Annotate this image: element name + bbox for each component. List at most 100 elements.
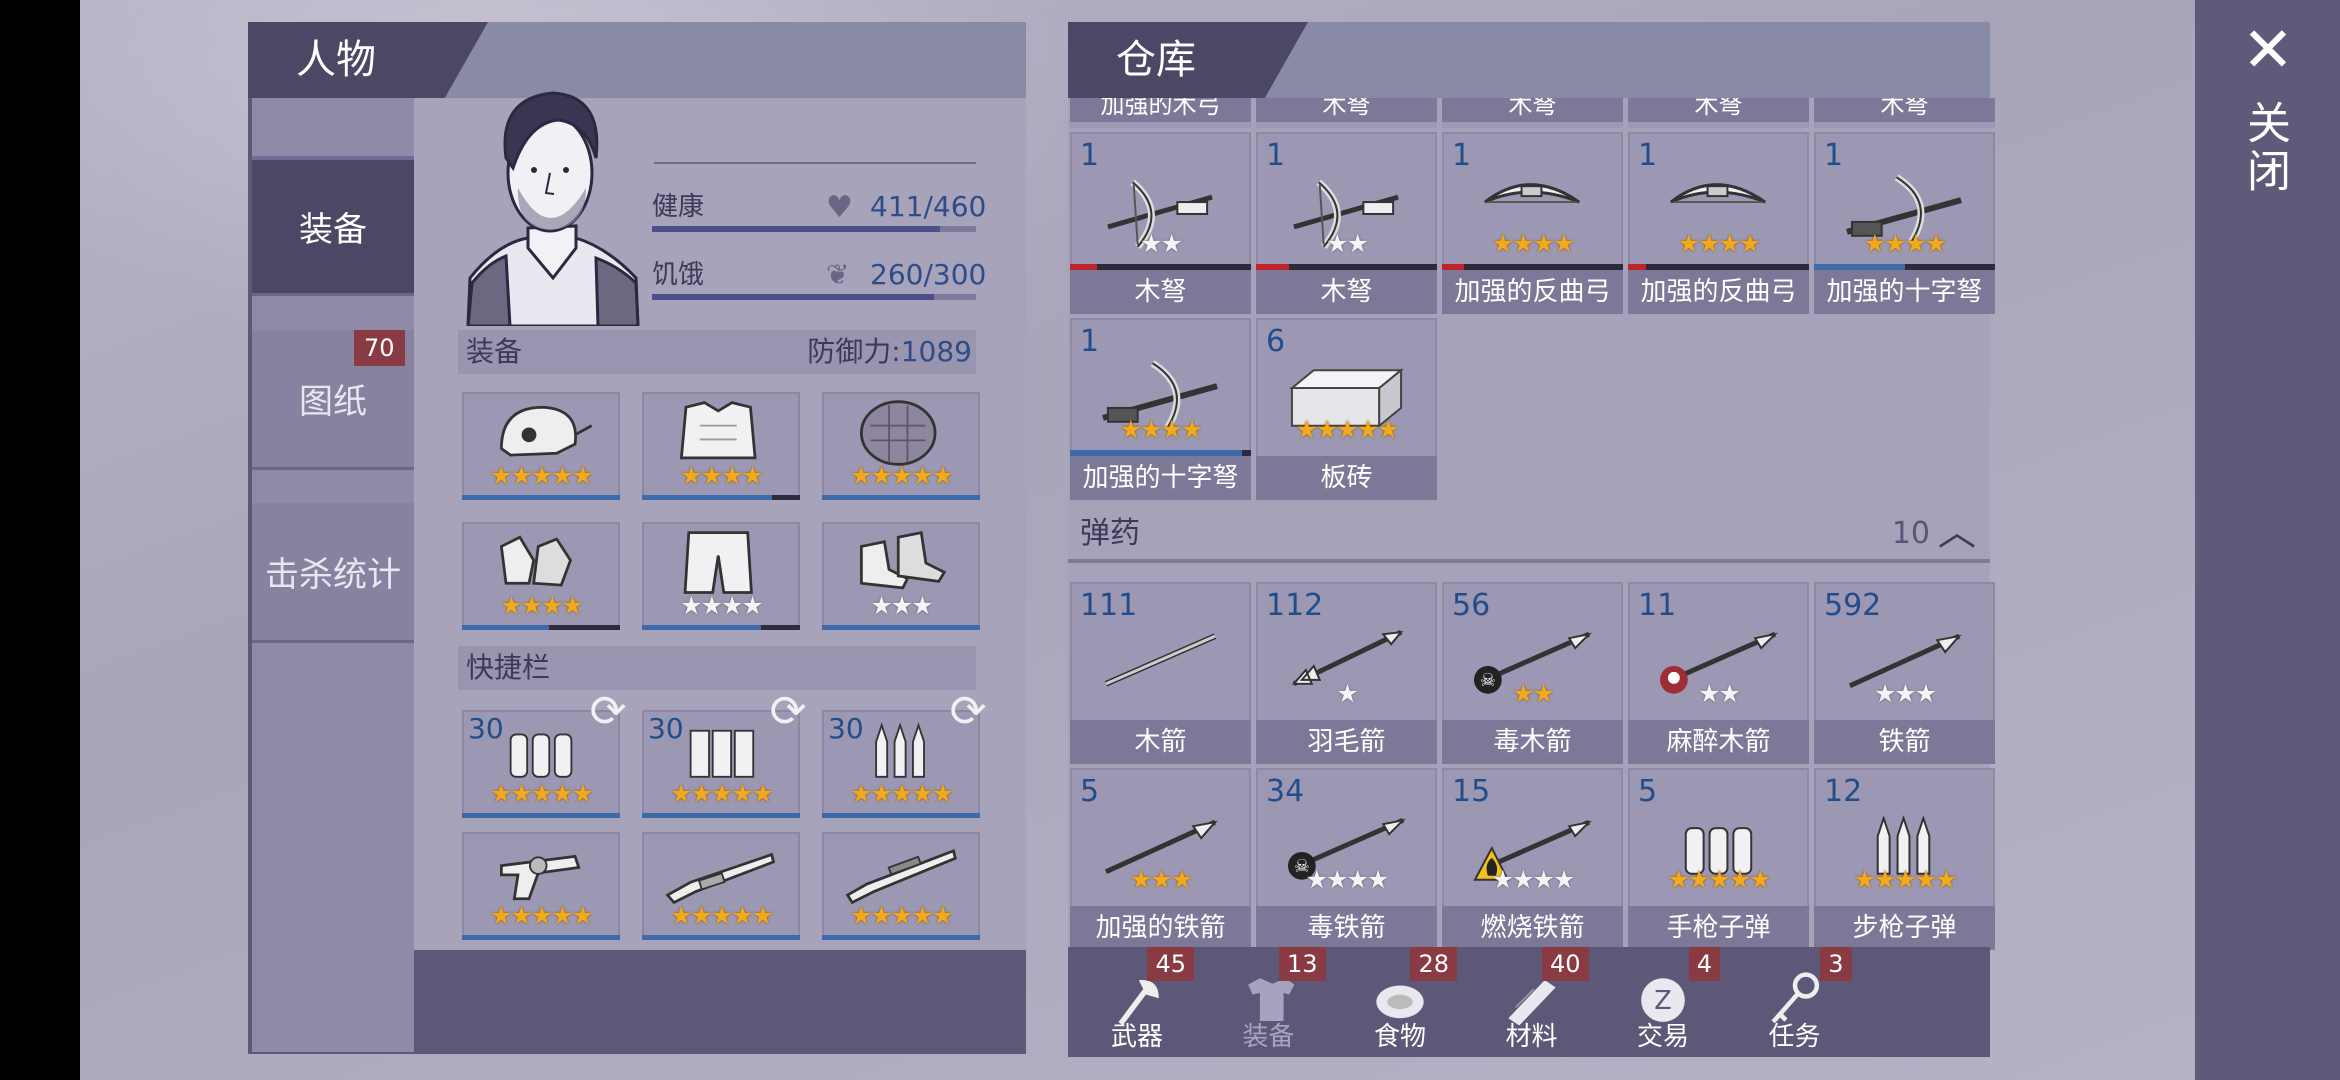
partial-item-label[interactable]: 木弩 bbox=[1256, 98, 1437, 128]
item-label: 木弩 bbox=[1070, 270, 1251, 314]
rarity-stars: ★★ bbox=[1512, 679, 1555, 708]
item-count: 30 bbox=[828, 712, 864, 745]
ammo-item[interactable]: ☠ 56 ★★ 毒木箭 bbox=[1442, 582, 1623, 764]
equip-slot-boots[interactable]: ★★★ bbox=[822, 522, 980, 630]
category-badge: 40 bbox=[1541, 947, 1589, 981]
rarity-stars: ★★★★ bbox=[680, 591, 764, 620]
equip-slot-shield[interactable]: ★★★★★ bbox=[822, 392, 980, 500]
swap-icon-2[interactable]: ⟳ bbox=[762, 686, 814, 738]
category-label: 任务 bbox=[1768, 1022, 1821, 1052]
item-count: 1 bbox=[1824, 138, 1844, 173]
swap-icon-1[interactable]: ⟳ bbox=[582, 686, 634, 738]
item-count: 6 bbox=[1266, 324, 1286, 359]
item-label: 毒木箭 bbox=[1442, 720, 1623, 764]
item-count: 34 bbox=[1266, 774, 1305, 809]
category-tab[interactable]: Z 4 交易 bbox=[1598, 947, 1728, 1057]
warehouse-item[interactable]: 6 ★★★★★ 板砖 bbox=[1256, 318, 1437, 500]
category-label: 装备 bbox=[1242, 1022, 1295, 1052]
ammo-item[interactable]: 15 ★★★★ 燃烧铁箭 bbox=[1442, 768, 1623, 950]
warehouse-item[interactable]: 1 ★★ 木弩 bbox=[1256, 132, 1437, 314]
item-label: 加强的反曲弓 bbox=[1628, 270, 1809, 314]
tab-kill-stats[interactable]: 击杀统计 bbox=[252, 503, 414, 643]
category-label: 材料 bbox=[1505, 1022, 1558, 1052]
rarity-stars: ★★★★★ bbox=[1667, 865, 1771, 894]
partial-item-label[interactable]: 木弩 bbox=[1814, 98, 1995, 128]
chevron-up-icon[interactable]: ︿ bbox=[1938, 503, 1976, 561]
shotgun-icon bbox=[665, 852, 776, 905]
durability-fill bbox=[462, 625, 549, 630]
rarity-stars: ★★★★★ bbox=[489, 461, 594, 490]
ammo-item[interactable]: 11 ★★ 麻醉木箭 bbox=[1628, 582, 1809, 764]
item-count: 15 bbox=[1452, 774, 1491, 809]
tab-equipment[interactable]: 装备 bbox=[252, 156, 414, 296]
category-badge: 3 bbox=[1820, 947, 1852, 981]
category-tab[interactable]: 40 材料 bbox=[1467, 947, 1597, 1057]
category-tab[interactable]: 45 武器 bbox=[1072, 947, 1202, 1057]
ammo-item[interactable]: 5 ★★★ 加强的铁箭 bbox=[1070, 768, 1251, 950]
durability-fill bbox=[642, 625, 761, 630]
rarity-stars: ★★★★ bbox=[1491, 229, 1576, 258]
quickbar-slot-rifle[interactable]: ★★★★★ bbox=[822, 832, 980, 940]
ammo-item[interactable]: 12 ★★★★★ 步枪子弹 bbox=[1814, 768, 1995, 950]
rarity-stars: ★★★★★ bbox=[669, 901, 774, 930]
hunger-bar-fill bbox=[652, 294, 934, 300]
quickbar-slot-revolver[interactable]: ★★★★★ bbox=[462, 832, 620, 940]
rarity-stars: ★★★★★ bbox=[849, 461, 954, 490]
ammo-item[interactable]: 592 ★★★ 铁箭 bbox=[1814, 582, 1995, 764]
rarity-stars: ★★ bbox=[1698, 679, 1741, 708]
warehouse-item[interactable]: 1 ★★★★ 加强的十字弩 bbox=[1814, 132, 1995, 314]
rarity-stars: ★★★★ bbox=[500, 591, 584, 620]
item-count: 30 bbox=[648, 712, 684, 745]
category-badge: 45 bbox=[1147, 947, 1194, 981]
close-icon[interactable]: ✕ bbox=[2238, 19, 2298, 81]
category-label: 交易 bbox=[1636, 1022, 1689, 1052]
ammo-item[interactable]: ☠ 34 ★★★★ 毒铁箭 bbox=[1256, 768, 1437, 950]
category-tab[interactable]: 3 任务 bbox=[1730, 947, 1860, 1057]
portrait-divider bbox=[654, 162, 976, 164]
category-badge: 4 bbox=[1688, 947, 1720, 981]
helmet-icon bbox=[500, 405, 593, 457]
rarity-stars: ★★★★★ bbox=[489, 901, 594, 930]
rarity-stars: ★★★★★ bbox=[489, 779, 594, 808]
gloves-icon bbox=[499, 535, 573, 587]
swap-icon-3[interactable]: ⟳ bbox=[942, 686, 994, 738]
quickbar-slot-shotgun[interactable]: ★★★★★ bbox=[642, 832, 800, 940]
ammo-item[interactable]: 111 木箭 bbox=[1070, 582, 1251, 764]
warehouse-item[interactable]: 1 ★★ 木弩 bbox=[1070, 132, 1251, 314]
equip-slot-body-armor[interactable]: ★★★★ bbox=[642, 392, 800, 500]
rarity-stars: ★★★★★ bbox=[1853, 865, 1957, 894]
rarity-stars: ★★★ bbox=[1873, 679, 1937, 708]
rarity-stars: ★★★★ bbox=[1305, 865, 1390, 894]
ammo-section-header[interactable]: 弹药 10 ︿ bbox=[1068, 505, 1990, 563]
equip-slot-helmet[interactable]: ★★★★★ bbox=[462, 392, 620, 500]
hunger-label: 饥饿 bbox=[652, 260, 705, 290]
durability-fill bbox=[642, 495, 772, 500]
partial-item-label[interactable]: 木弩 bbox=[1628, 98, 1809, 128]
partial-item-label[interactable]: 木弩 bbox=[1442, 98, 1623, 128]
item-count: 30 bbox=[468, 712, 504, 745]
close-label[interactable]: 关闭 bbox=[2239, 100, 2296, 196]
ammo-item[interactable]: 5 ★★★★★ 手枪子弹 bbox=[1628, 768, 1809, 950]
warehouse-item[interactable]: 1 ★★★★ 加强的反曲弓 bbox=[1442, 132, 1623, 314]
durability-fill bbox=[462, 935, 620, 940]
partial-item-label[interactable]: 加强的木弓 bbox=[1070, 98, 1251, 128]
item-label: 木箭 bbox=[1070, 720, 1251, 764]
rarity-stars: ★★★★★ bbox=[849, 779, 954, 808]
boots-icon bbox=[860, 530, 947, 590]
equip-slot-pants[interactable]: ★★★★ bbox=[642, 522, 800, 630]
character-portrait bbox=[466, 91, 640, 326]
equip-slot-gloves[interactable]: ★★★★ bbox=[462, 522, 620, 630]
item-count: 1 bbox=[1266, 138, 1286, 173]
item-label: 加强的反曲弓 bbox=[1442, 270, 1623, 314]
ammo-item[interactable]: 112 ★ 羽毛箭 bbox=[1256, 582, 1437, 764]
warehouse-item[interactable]: 1 ★★★★ 加强的反曲弓 bbox=[1628, 132, 1809, 314]
rarity-stars: ★★★★ bbox=[1119, 415, 1204, 444]
category-tab[interactable]: 28 食物 bbox=[1335, 947, 1465, 1057]
defense-value: 1089 bbox=[900, 335, 972, 368]
warehouse-item[interactable]: 1 ★★★★ 加强的十字弩 bbox=[1070, 318, 1251, 500]
hunger-value: 260/300 bbox=[870, 258, 987, 291]
category-label: 食物 bbox=[1373, 1022, 1426, 1052]
category-tab[interactable]: 13 装备 bbox=[1204, 947, 1334, 1057]
durability-fill bbox=[822, 935, 980, 940]
durability-fill bbox=[822, 813, 980, 818]
